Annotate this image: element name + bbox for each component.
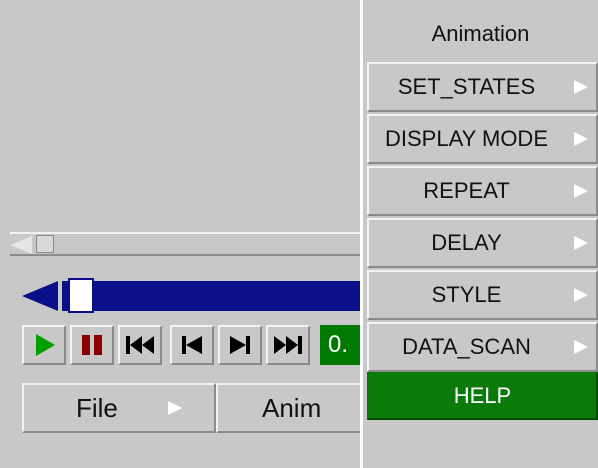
- menu-title: Animation: [431, 21, 530, 46]
- tab-anim-label: Anim: [262, 392, 322, 423]
- step-forward-icon: [230, 336, 250, 354]
- skip-to-start-button[interactable]: [118, 325, 162, 365]
- menu-item-style[interactable]: STYLE: [367, 270, 598, 320]
- submenu-arrow-icon: [574, 184, 588, 198]
- menu-item-label: DISPLAY MODE: [384, 126, 548, 151]
- menu-item-delay[interactable]: DELAY: [367, 218, 598, 268]
- menu-item-data-scan[interactable]: DATA_SCAN: [367, 322, 598, 372]
- skip-to-end-button[interactable]: [266, 325, 310, 365]
- submenu-arrow-icon: [574, 236, 588, 250]
- animation-menu: Animation SET_STATES DISPLAY MODE REPEAT…: [363, 0, 598, 468]
- play-button[interactable]: [22, 325, 66, 365]
- menu-item-label: STYLE: [431, 282, 502, 307]
- step-back-icon: [182, 336, 202, 354]
- scroll-thumb[interactable]: [36, 235, 54, 253]
- stop-icon: [82, 335, 102, 355]
- submenu-arrow-icon: [574, 80, 588, 94]
- menu-item-repeat[interactable]: REPEAT: [367, 166, 598, 216]
- timeline-track[interactable]: [62, 281, 360, 311]
- tab-file-label: File: [76, 392, 118, 423]
- skip-to-start-icon: [126, 336, 154, 354]
- menu-item-display-mode[interactable]: DISPLAY MODE: [367, 114, 598, 164]
- timeline-left-arrow-icon[interactable]: [22, 281, 58, 311]
- menu-item-label: REPEAT: [423, 178, 510, 203]
- graphics-panel: 0. File Anim: [0, 0, 360, 468]
- submenu-arrow-icon: [574, 132, 588, 146]
- menu-item-set-states[interactable]: SET_STATES: [367, 62, 598, 112]
- menu-item-label: SET_STATES: [397, 74, 536, 99]
- tab-anim[interactable]: Anim: [216, 383, 360, 433]
- help-button[interactable]: HELP: [367, 372, 598, 420]
- submenu-arrow-icon: [574, 340, 588, 354]
- play-icon: [36, 334, 55, 356]
- skip-to-end-icon: [274, 336, 302, 354]
- help-label: HELP: [453, 383, 512, 408]
- submenu-arrow-icon: [574, 288, 588, 302]
- step-forward-button[interactable]: [218, 325, 262, 365]
- timeline-slider-handle[interactable]: [68, 278, 94, 313]
- tab-file[interactable]: File: [22, 383, 216, 433]
- step-back-button[interactable]: [170, 325, 214, 365]
- stop-button[interactable]: [70, 325, 114, 365]
- horizontal-scrollbar[interactable]: [10, 232, 360, 256]
- menu-item-label: DATA_SCAN: [402, 334, 531, 359]
- scroll-left-arrow-icon[interactable]: [10, 236, 32, 254]
- menu-item-label: DELAY: [431, 230, 502, 255]
- frame-readout[interactable]: 0.: [320, 325, 360, 365]
- submenu-arrow-icon: [167, 401, 182, 415]
